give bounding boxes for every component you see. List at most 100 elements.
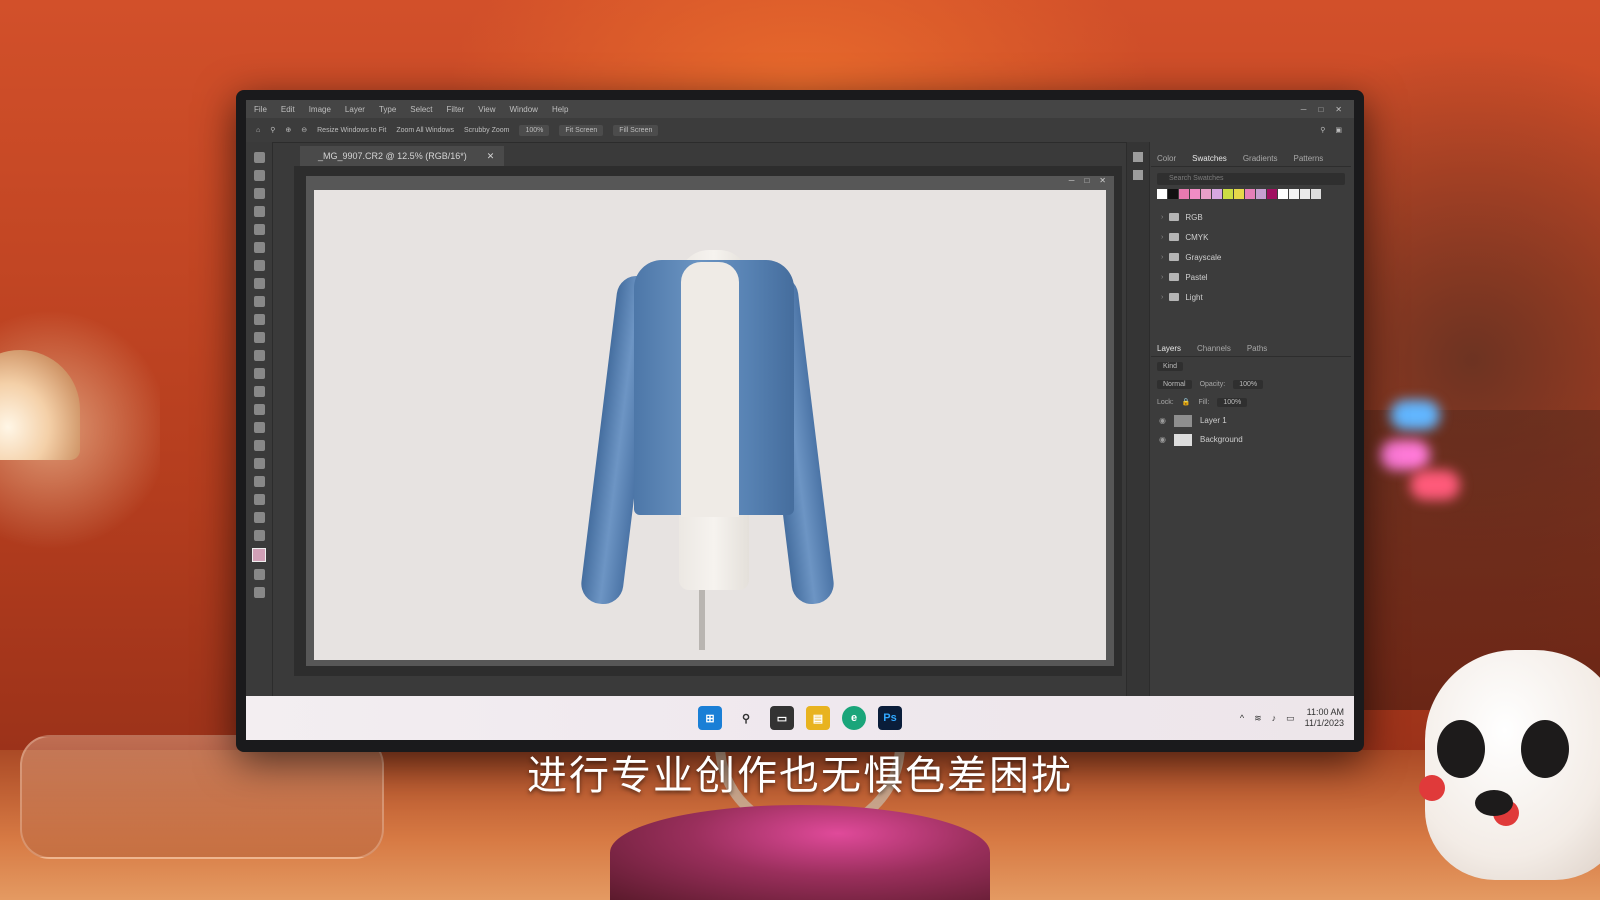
color-swatch[interactable]: [1245, 189, 1255, 199]
swatch-folder[interactable]: › Pastel: [1151, 267, 1351, 287]
foreground-color-swatch[interactable]: [252, 548, 266, 562]
color-swatch[interactable]: [1157, 189, 1167, 199]
blur-tool-icon[interactable]: [253, 386, 265, 397]
swatches-search-input[interactable]: Search Swatches: [1157, 173, 1345, 185]
color-swatch[interactable]: [1256, 189, 1266, 199]
zoom-tool-icon[interactable]: [253, 512, 265, 523]
lasso-tool-icon[interactable]: [253, 188, 265, 199]
type-tool-icon[interactable]: [253, 440, 265, 451]
scrubby-zoom-checkbox[interactable]: Scrubby Zoom: [464, 127, 510, 134]
layer-kind-select[interactable]: Kind: [1157, 361, 1184, 371]
eraser-tool-icon[interactable]: [253, 350, 265, 361]
stamp-tool-icon[interactable]: [253, 314, 265, 325]
history-panel-icon[interactable]: [1133, 152, 1143, 162]
battery-icon[interactable]: ▭: [1286, 713, 1295, 724]
visibility-eye-icon[interactable]: ◉: [1159, 435, 1166, 444]
tab-gradients[interactable]: Gradients: [1243, 154, 1278, 163]
quick-mask-icon[interactable]: [253, 569, 265, 580]
zoom-tool-icon[interactable]: ⚲: [270, 126, 275, 134]
more-tools-icon[interactable]: [253, 530, 265, 541]
swatch-folder[interactable]: › Grayscale: [1151, 247, 1351, 267]
fit-screen-button[interactable]: Fit Screen: [559, 124, 604, 136]
color-swatch[interactable]: [1190, 189, 1200, 199]
visibility-eye-icon[interactable]: ◉: [1159, 416, 1166, 425]
color-swatch[interactable]: [1223, 189, 1233, 199]
tab-channels[interactable]: Channels: [1197, 344, 1231, 353]
brush-tool-icon[interactable]: [253, 296, 265, 307]
rectangle-tool-icon[interactable]: [253, 476, 265, 487]
color-swatch[interactable]: [1168, 189, 1178, 199]
close-icon[interactable]: ✕: [1335, 105, 1342, 114]
color-swatch[interactable]: [1289, 189, 1299, 199]
opacity-input[interactable]: 100%: [1233, 379, 1264, 389]
task-view-icon[interactable]: ▭: [770, 706, 794, 730]
menu-edit[interactable]: Edit: [281, 105, 295, 114]
maximize-icon[interactable]: □: [1318, 105, 1323, 114]
doc-close-icon[interactable]: ✕: [1099, 176, 1106, 190]
crop-tool-icon[interactable]: [253, 224, 265, 235]
menu-view[interactable]: View: [478, 105, 495, 114]
swatch-folder[interactable]: › RGB: [1151, 207, 1351, 227]
image-canvas[interactable]: [314, 190, 1106, 660]
color-swatch[interactable]: [1179, 189, 1189, 199]
menu-type[interactable]: Type: [379, 105, 396, 114]
photoshop-app-icon[interactable]: Ps: [878, 706, 902, 730]
fill-screen-button[interactable]: Fill Screen: [613, 124, 659, 136]
resize-windows-checkbox[interactable]: Resize Windows to Fit: [317, 127, 386, 134]
chevron-up-icon[interactable]: ^: [1240, 713, 1244, 723]
close-tab-icon[interactable]: ✕: [487, 146, 495, 166]
menu-layer[interactable]: Layer: [345, 105, 365, 114]
menu-image[interactable]: Image: [309, 105, 331, 114]
volume-icon[interactable]: ♪: [1272, 713, 1277, 723]
color-swatch[interactable]: [1201, 189, 1211, 199]
color-swatch[interactable]: [1300, 189, 1310, 199]
healing-tool-icon[interactable]: [253, 278, 265, 289]
color-swatch[interactable]: [1267, 189, 1277, 199]
marquee-tool-icon[interactable]: [253, 170, 265, 181]
frame-tool-icon[interactable]: [253, 242, 265, 253]
layer-row[interactable]: ◉ Background: [1151, 430, 1351, 449]
path-select-tool-icon[interactable]: [253, 458, 265, 469]
tab-swatches[interactable]: Swatches: [1192, 154, 1227, 163]
comments-panel-icon[interactable]: [1133, 170, 1143, 180]
search-icon[interactable]: ⚲: [734, 706, 758, 730]
menu-file[interactable]: File: [254, 105, 267, 114]
clock[interactable]: 11:00 AM 11/1/2023: [1305, 707, 1344, 729]
workspace-icon[interactable]: ▣: [1335, 126, 1342, 134]
swatch-folder[interactable]: › CMYK: [1151, 227, 1351, 247]
blend-mode-select[interactable]: Normal: [1157, 379, 1192, 389]
tab-paths[interactable]: Paths: [1247, 344, 1267, 353]
color-swatch[interactable]: [1212, 189, 1222, 199]
history-brush-icon[interactable]: [253, 332, 265, 343]
dodge-tool-icon[interactable]: [253, 404, 265, 415]
menu-select[interactable]: Select: [410, 105, 432, 114]
zoom-out-icon[interactable]: ⊖: [301, 126, 307, 134]
windows-start-icon[interactable]: ⊞: [698, 706, 722, 730]
document-tab[interactable]: _MG_9907.CR2 @ 12.5% (RGB/16*) ✕: [300, 146, 505, 166]
doc-maximize-icon[interactable]: □: [1084, 176, 1089, 190]
color-swatch[interactable]: [1311, 189, 1321, 199]
tab-color[interactable]: Color: [1157, 154, 1176, 163]
pen-tool-icon[interactable]: [253, 422, 265, 433]
gradient-tool-icon[interactable]: [253, 368, 265, 379]
screen-mode-icon[interactable]: [253, 587, 265, 598]
wifi-icon[interactable]: ≋: [1254, 713, 1262, 724]
tab-patterns[interactable]: Patterns: [1294, 154, 1324, 163]
menu-help[interactable]: Help: [552, 105, 568, 114]
menu-filter[interactable]: Filter: [447, 105, 465, 114]
fill-input[interactable]: 100%: [1217, 397, 1248, 407]
quick-select-tool-icon[interactable]: [253, 206, 265, 217]
tab-layers[interactable]: Layers: [1157, 344, 1181, 353]
swatch-folder[interactable]: › Light: [1151, 287, 1351, 307]
doc-minimize-icon[interactable]: ─: [1069, 176, 1075, 190]
edge-browser-icon[interactable]: e: [842, 706, 866, 730]
menu-window[interactable]: Window: [510, 105, 538, 114]
color-swatch[interactable]: [1234, 189, 1244, 199]
zoom-100-button[interactable]: 100%: [519, 124, 550, 136]
layer-row[interactable]: ◉ Layer 1: [1151, 411, 1351, 430]
lock-icon[interactable]: 🔒: [1182, 398, 1191, 406]
move-tool-icon[interactable]: [253, 152, 265, 163]
home-icon[interactable]: ⌂: [256, 127, 260, 134]
zoom-in-icon[interactable]: ⊕: [285, 126, 291, 134]
minimize-icon[interactable]: ─: [1301, 105, 1307, 114]
